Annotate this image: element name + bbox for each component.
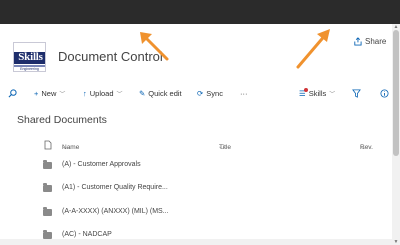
row-name[interactable]: (AC) - NADCAP [62,231,112,238]
share-button[interactable]: Share [353,37,386,46]
quick-edit-label: Quick edit [148,89,182,98]
horizontal-scrollbar[interactable] [0,239,392,245]
chevron-down-icon: ﹀ [62,147,69,154]
file-type-icon [44,140,52,150]
share-label: Share [365,37,387,46]
upload-icon: ↑ [83,89,87,98]
folder-icon [43,230,52,239]
command-bar: + New ﹀ ↑ Upload ﹀ ✎ Quick edit ⟳ Sync ·… [0,86,392,103]
row-name[interactable]: (A-A-XXXX) (ANXXX) (MIL) (MS... [62,208,169,215]
quick-edit-button[interactable]: ✎ Quick edit [139,89,182,98]
more-button[interactable]: ··· [240,89,248,98]
view-switcher[interactable]: ☰ Skills ﹀ [299,88,336,98]
plus-icon: + [34,89,39,98]
site-logo[interactable]: Skills Engineering [13,42,46,72]
column-headers: Name ﹀ Title ﹀ Rev. ﹀ [0,140,392,154]
chevron-down-icon: ﹀ [360,147,367,154]
chevron-down-icon: ﹀ [59,92,66,98]
filter-icon [352,89,361,98]
folder-icon [43,160,52,169]
view-label: Skills [308,89,327,98]
chevron-down-icon: ﹀ [219,147,226,154]
logo-text: Skills [18,51,43,63]
sync-label: Sync [206,89,223,98]
suite-bar [0,0,400,24]
new-button[interactable]: + New ﹀ [34,89,65,98]
table-row[interactable]: (A-A-XXXX) (ANXXX) (MIL) (MS... [0,206,392,220]
upload-button[interactable]: ↑ Upload ﹀ [83,89,123,98]
search-button[interactable] [8,89,17,98]
table-row[interactable]: (A1) - Customer Quality Require... [0,182,392,196]
scroll-up-icon[interactable]: ▲ [392,24,400,30]
new-label: New [41,89,57,98]
scroll-down-icon[interactable]: ▼ [392,239,400,245]
info-button[interactable] [380,89,389,98]
share-icon [354,37,362,46]
chevron-down-icon: ﹀ [329,92,336,98]
info-icon [380,89,389,98]
sync-button[interactable]: ⟳ Sync [197,89,223,98]
folder-icon [43,183,52,192]
table-row[interactable]: (A) - Customer Approvals [0,159,392,173]
more-icon: ··· [240,89,248,98]
view-list-icon: ☰ [299,88,308,98]
folder-icon [43,207,52,216]
scrollbar-thumb[interactable] [393,30,399,156]
logo-subtext: Engineering [20,67,39,71]
annotation-arrow-right [296,29,330,69]
search-icon [8,89,17,98]
upload-label: Upload [89,89,114,98]
row-name[interactable]: (A1) - Customer Quality Require... [62,184,168,191]
library-title: Shared Documents [17,114,107,126]
sync-icon: ⟳ [197,89,204,98]
pencil-icon: ✎ [139,89,146,98]
filter-button[interactable] [352,89,361,98]
chevron-down-icon: ﹀ [116,92,123,98]
annotation-arrow-left [140,32,169,61]
row-name[interactable]: (A) - Customer Approvals [62,161,141,168]
